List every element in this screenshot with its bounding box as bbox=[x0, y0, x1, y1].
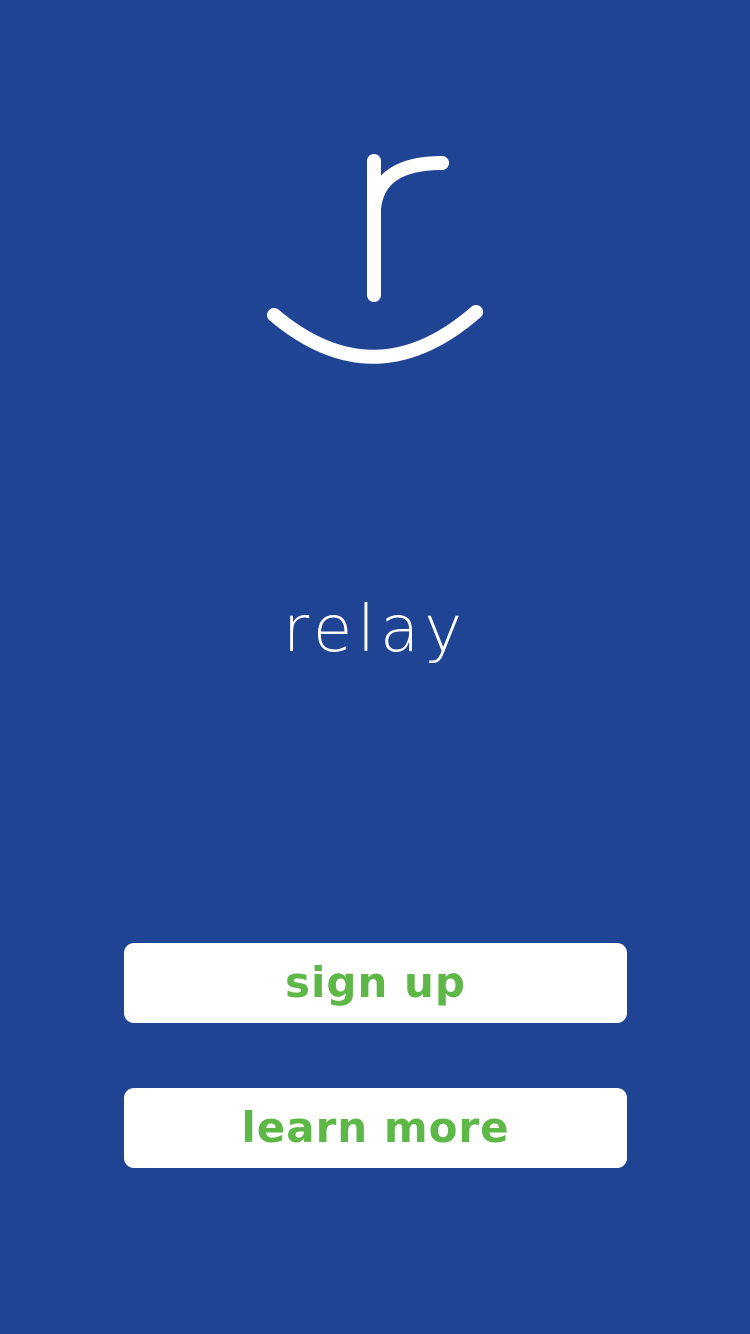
relay-logo-icon bbox=[267, 154, 483, 364]
logo-smile bbox=[267, 305, 483, 364]
splash-screen: { "colors": { "background": "#1f4493", "… bbox=[0, 0, 750, 1334]
sign-up-button[interactable]: sign up bbox=[124, 943, 627, 1023]
brand-name: relay bbox=[282, 593, 468, 667]
learn-more-button[interactable]: learn more bbox=[124, 1088, 627, 1168]
logo-letter-r-arm bbox=[367, 156, 449, 216]
